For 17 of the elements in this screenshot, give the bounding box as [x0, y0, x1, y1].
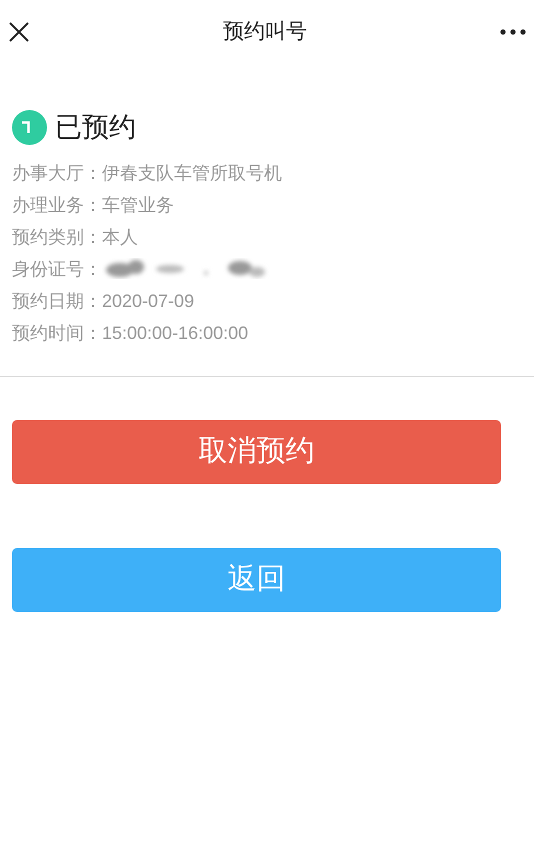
field-value: 2020-07-09: [102, 290, 194, 313]
cancel-button[interactable]: 取消预约: [12, 420, 501, 484]
field-value: 伊春支队车管所取号机: [102, 162, 282, 185]
field-label: 预约日期：: [12, 290, 102, 313]
field-value: 车管业务: [102, 194, 174, 217]
field-label: 办事大厅：: [12, 162, 102, 185]
more-icon[interactable]: [500, 29, 526, 35]
field-value: 本人: [102, 226, 138, 249]
field-label: 预约类别：: [12, 226, 102, 249]
page-title: 预约叫号: [223, 19, 307, 46]
field-label: 办理业务：: [12, 194, 102, 217]
status-text: 已预约: [55, 111, 136, 144]
field-label: 身份证号：: [12, 258, 102, 281]
field-value: 15:00:00-16:00:00: [102, 322, 248, 345]
field-label: 预约时间：: [12, 322, 102, 345]
back-button[interactable]: 返回: [12, 548, 501, 612]
close-icon[interactable]: [8, 21, 30, 43]
